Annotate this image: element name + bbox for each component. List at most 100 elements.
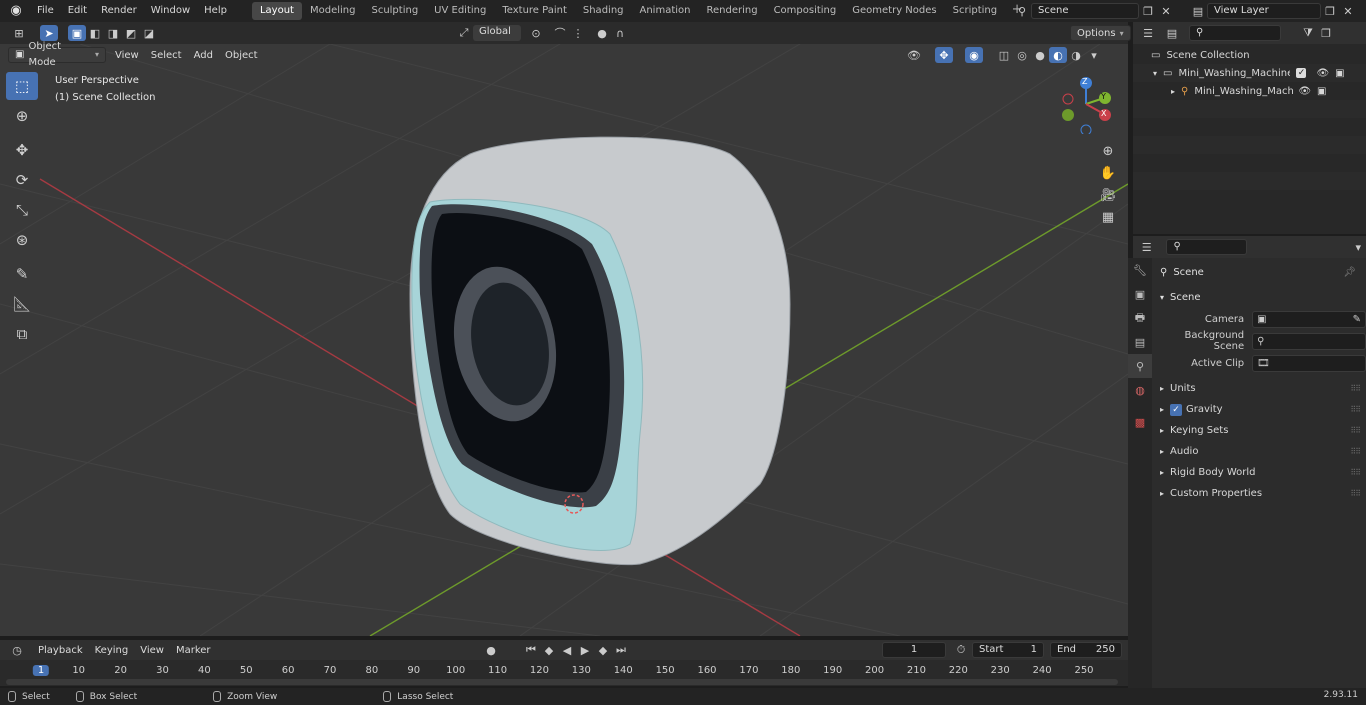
exclude-checkbox-icon[interactable]: ✓ <box>1296 68 1307 78</box>
outliner-item-collection[interactable]: ▾ ▭ Mini_Washing_Machine_Wall_ ✓ 👁︎ ▣ <box>1133 64 1366 82</box>
auto-keying-icon[interactable]: ● <box>482 642 500 658</box>
proportional-edit-icon[interactable]: ● <box>593 25 611 41</box>
ortho-grid-icon[interactable]: ▦ <box>1096 206 1120 228</box>
falloff-icon[interactable]: ∩ <box>611 25 629 41</box>
units-panel[interactable]: ▸ Units ⠿⠿ <box>1152 378 1366 399</box>
current-frame-field[interactable]: 1 <box>882 642 946 658</box>
3d-viewport[interactable]: User Perspective (1) Scene Collection Z … <box>0 44 1128 636</box>
camera-render-icon[interactable]: ▣ <box>1335 68 1344 79</box>
material-shading-icon[interactable]: ◐ <box>1049 47 1067 63</box>
tab-geometry-nodes[interactable]: Geometry Nodes <box>844 2 944 20</box>
tab-shading[interactable]: Shading <box>575 2 632 20</box>
play-icon[interactable]: ▶ <box>576 642 594 658</box>
filter-icon[interactable]: ⧩ <box>1299 25 1317 41</box>
audio-panel[interactable]: ▸ Audio ⠿⠿ <box>1152 441 1366 462</box>
snap-icon[interactable]: ⌒ <box>551 25 569 41</box>
scene-panel-header[interactable]: ▾ Scene <box>1152 286 1366 308</box>
menu-view[interactable]: View <box>109 50 145 61</box>
menu-help[interactable]: Help <box>197 0 234 22</box>
display-mode-icon[interactable]: ▤ <box>1163 25 1181 41</box>
options-dropdown[interactable]: Options <box>1070 25 1131 41</box>
background-scene-field[interactable]: ⚲ <box>1252 332 1366 350</box>
start-frame-field[interactable]: Start 1 <box>972 642 1044 658</box>
tab-rendering[interactable]: Rendering <box>698 2 765 20</box>
menu-render[interactable]: Render <box>94 0 144 22</box>
mode-intersect-icon[interactable]: ◪ <box>140 25 158 41</box>
editor-type-icon[interactable]: ⊞ <box>10 25 28 41</box>
delete-view-layer-icon[interactable]: ✕ <box>1339 3 1357 19</box>
blender-logo-icon[interactable]: ◉ <box>8 4 24 18</box>
camera-view-icon[interactable]: 🎥︎ <box>1096 184 1120 206</box>
tab-sculpting[interactable]: Sculpting <box>363 2 426 20</box>
custom-properties-panel[interactable]: ▸ Custom Properties ⠿⠿ <box>1152 483 1366 504</box>
collapse-arrow-icon[interactable]: ▸ <box>1171 87 1175 96</box>
xray-icon[interactable]: ◫ <box>995 47 1013 63</box>
annotate-icon[interactable]: ✎ <box>6 260 38 288</box>
rigid-body-world-panel[interactable]: ▸ Rigid Body World ⠿⠿ <box>1152 462 1366 483</box>
solid-shading-icon[interactable]: ● <box>1031 47 1049 63</box>
menu-object[interactable]: Object <box>219 50 264 61</box>
marker-menu[interactable]: Marker <box>170 645 217 656</box>
render-tab-icon[interactable]: ▣ <box>1128 282 1152 306</box>
jump-start-icon[interactable]: ⏮ <box>522 642 540 658</box>
transform-icon[interactable]: ⊛ <box>6 226 38 254</box>
prev-keyframe-icon[interactable]: ◆ <box>540 642 558 658</box>
gizmo-toggle-icon[interactable]: ✥ <box>935 47 953 63</box>
tab-compositing[interactable]: Compositing <box>766 2 845 20</box>
mode-subtract-icon[interactable]: ◨ <box>104 25 122 41</box>
transform-orientation-dropdown[interactable]: Global <box>473 25 521 41</box>
cursor-icon[interactable]: ⊕ <box>6 102 38 130</box>
properties-editor-type-icon[interactable]: ☰ <box>1139 239 1154 255</box>
texture-tab-icon[interactable]: ▩ <box>1128 410 1152 434</box>
tab-scripting[interactable]: Scripting <box>945 2 1005 20</box>
delete-scene-icon[interactable]: ✕ <box>1157 3 1175 19</box>
scale-icon[interactable]: ⤡ <box>6 196 38 224</box>
world-tab-icon[interactable]: ◍ <box>1128 378 1152 402</box>
new-view-layer-icon[interactable]: ❐ <box>1321 3 1339 19</box>
outliner-item-object[interactable]: ▸ ⚲ Mini_Washing_Machine_V 👁︎ ▣ <box>1133 82 1366 100</box>
eye-icon[interactable]: 👁︎ <box>1298 86 1311 97</box>
wireframe-shading-icon[interactable]: ◎ <box>1013 47 1031 63</box>
end-frame-field[interactable]: End 250 <box>1050 642 1122 658</box>
scene-icon[interactable]: ⚲ <box>1013 3 1031 19</box>
eyedropper-icon[interactable]: ✎ <box>1353 314 1361 325</box>
outliner-search-input[interactable]: ⚲ <box>1189 25 1281 41</box>
viewport-canvas[interactable] <box>0 44 1128 636</box>
timeline-view-menu[interactable]: View <box>134 645 170 656</box>
pivot-point-icon[interactable]: ⊙ <box>527 25 545 41</box>
view-layer-icon[interactable]: ▤ <box>1189 3 1207 19</box>
camera-field[interactable]: ▣ ✎ <box>1252 310 1366 328</box>
rendered-shading-icon[interactable]: ◑ <box>1067 47 1085 63</box>
timeline-scrollbar[interactable] <box>6 679 1118 685</box>
menu-edit[interactable]: Edit <box>61 0 94 22</box>
view-layer-tab-icon[interactable]: ▤ <box>1128 330 1152 354</box>
playback-menu[interactable]: Playback <box>32 645 89 656</box>
scene-tab-icon[interactable]: ⚲ <box>1128 354 1152 378</box>
camera-render-icon[interactable]: ▣ <box>1317 86 1326 97</box>
tab-animation[interactable]: Animation <box>632 2 699 20</box>
zoom-icon[interactable]: ⊕ <box>1096 140 1120 162</box>
menu-add[interactable]: Add <box>188 50 219 61</box>
mode-dropdown[interactable]: ▣ Object Mode <box>8 41 106 68</box>
tab-uv-editing[interactable]: UV Editing <box>426 2 494 20</box>
properties-options-icon[interactable]: ▾ <box>1351 239 1366 255</box>
gravity-checkbox[interactable]: ✓ <box>1170 403 1183 416</box>
tab-texture-paint[interactable]: Texture Paint <box>494 2 575 20</box>
output-tab-icon[interactable]: 🖶︎ <box>1128 306 1152 330</box>
menu-select[interactable]: Select <box>145 50 188 61</box>
play-reverse-icon[interactable]: ◀ <box>558 642 576 658</box>
shading-options-icon[interactable]: ▾ <box>1085 47 1103 63</box>
view-layer-field[interactable]: View Layer <box>1207 3 1321 19</box>
new-scene-icon[interactable]: ❐ <box>1139 3 1157 19</box>
visibility-icon[interactable]: 👁︎ <box>905 47 923 63</box>
overlay-toggle-icon[interactable]: ◉ <box>965 47 983 63</box>
outliner-root-row[interactable]: ▭ Scene Collection <box>1133 46 1366 64</box>
pin-icon[interactable]: 📌︎ <box>1343 267 1356 278</box>
properties-search-input[interactable]: ⚲ <box>1166 239 1247 255</box>
scene-name-field[interactable]: Scene <box>1031 3 1139 19</box>
menu-window[interactable]: Window <box>144 0 197 22</box>
timeline-ruler[interactable]: 1 10 20 30 40 50 60 70 80 90 100 110 120 130 140 150 160… <box>0 660 1128 686</box>
tool-tab-icon[interactable]: 🔧︎ <box>1128 258 1152 282</box>
gravity-panel[interactable]: ▸ ✓ Gravity ⠿⠿ <box>1152 399 1366 420</box>
keying-sets-panel[interactable]: ▸ Keying Sets ⠿⠿ <box>1152 420 1366 441</box>
